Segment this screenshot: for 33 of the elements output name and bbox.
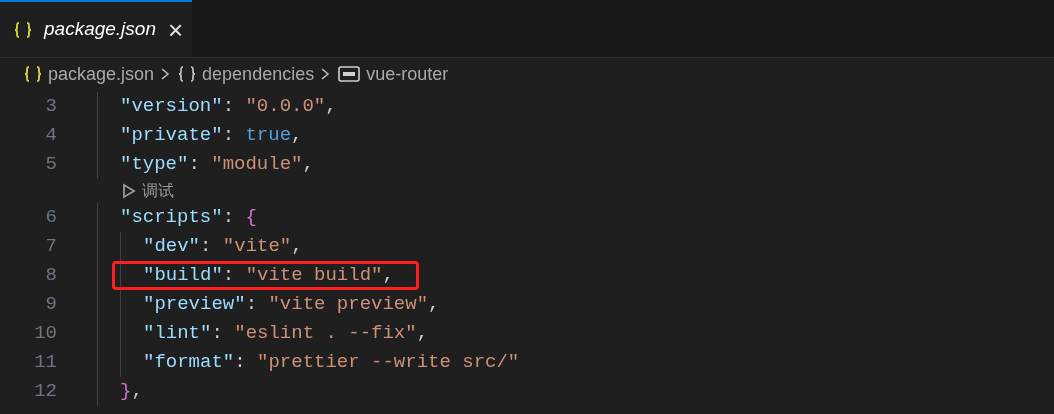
line-number: 9 (44, 292, 57, 318)
editor-tab[interactable]: package.json × (0, 0, 192, 57)
line-number: 7 (44, 234, 57, 260)
text-box-icon (338, 66, 361, 82)
breadcrumb-item[interactable]: vue-router (366, 60, 449, 88)
breadcrumb-item[interactable]: package.json (48, 60, 155, 88)
braces-icon (14, 20, 32, 39)
line-number: 3 (44, 94, 57, 120)
line-number: 8 (44, 263, 57, 289)
code-line: "lint": "eslint . --fix", (143, 321, 429, 347)
code-line: "scripts": { (120, 205, 257, 231)
code-line: }, (120, 379, 143, 405)
breadcrumb-item[interactable]: dependencies (202, 60, 315, 88)
codelens-link[interactable]: 调试 (142, 179, 174, 203)
code-line: "type": "module", (120, 152, 314, 178)
line-number: 11 (33, 350, 57, 376)
close-button[interactable]: × (167, 16, 184, 43)
code-line: "private": true, (120, 123, 303, 149)
code-line: "dev": "vite", (143, 234, 303, 260)
play-icon[interactable] (122, 183, 136, 199)
line-number: 12 (33, 379, 57, 405)
code-line: "format": "prettier --write src/" (143, 350, 520, 376)
code-line: "preview": "vite preview", (143, 292, 440, 318)
braces-icon (24, 65, 42, 83)
code-line: "version": "0.0.0", (120, 94, 337, 120)
chevron-icon (320, 67, 331, 81)
line-number: 6 (44, 205, 57, 231)
braces-icon (178, 65, 197, 83)
chevron-icon (160, 67, 171, 81)
line-number: 4 (44, 123, 57, 149)
line-number: 5 (44, 152, 57, 178)
tab-label: package.json (44, 17, 156, 42)
line-number: 10 (33, 321, 57, 347)
